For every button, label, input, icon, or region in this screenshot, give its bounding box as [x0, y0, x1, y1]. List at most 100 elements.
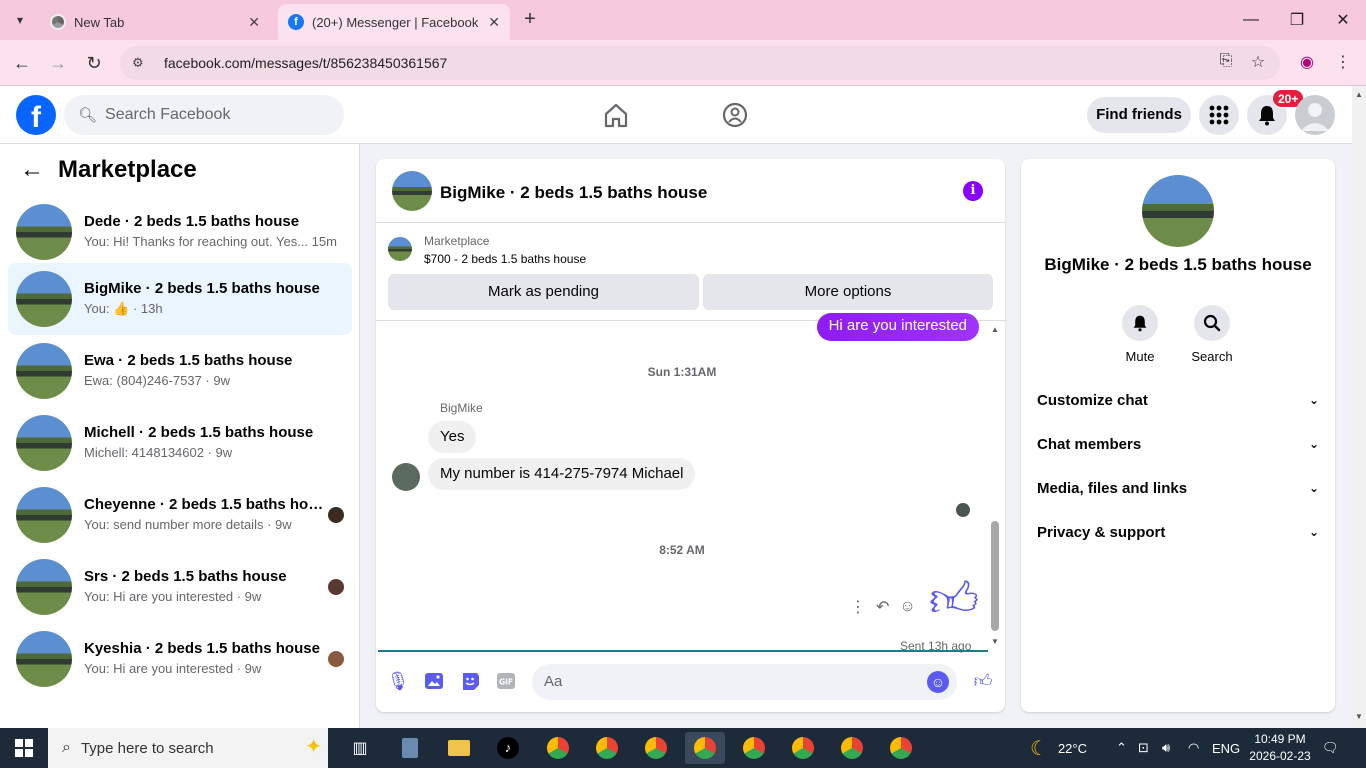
chat-members-row[interactable]: Chat members ⌄ — [1037, 422, 1319, 466]
weather-widget[interactable]: ☾ 22°C — [1030, 728, 1087, 768]
sender-avatar[interactable] — [392, 463, 420, 491]
chrome-profile-icon[interactable] — [636, 732, 676, 764]
notification-center-icon[interactable]: 🗨︎ — [1322, 728, 1339, 768]
tab-new-tab[interactable]: New Tab ✕ — [40, 4, 270, 40]
privacy-support-row[interactable]: Privacy & support ⌄ — [1037, 510, 1319, 554]
close-window-button[interactable]: ✕ — [1320, 0, 1366, 40]
chat-title[interactable]: BigMike · 2 beds 1.5 baths house — [440, 183, 707, 203]
bookmark-star-icon[interactable]: ☆ — [1247, 52, 1269, 74]
conversation-item[interactable]: Kyeshia · 2 beds 1.5 baths house You: Hi… — [8, 623, 352, 695]
account-avatar[interactable] — [1295, 95, 1335, 135]
chrome-profile-icon[interactable] — [881, 732, 921, 764]
microphone-icon[interactable]: 🎙︎ — [387, 670, 410, 692]
wifi-icon[interactable]: ◠ — [1188, 728, 1199, 768]
conversation-item[interactable]: Dede · 2 beds 1.5 baths house You: Hi! T… — [8, 196, 352, 268]
home-icon[interactable] — [601, 100, 631, 130]
emoji-icon[interactable]: ☺ — [927, 671, 949, 693]
install-app-icon[interactable]: ⎘ — [1215, 52, 1237, 74]
system-tray-chevron-icon[interactable]: ⌃ — [1116, 728, 1127, 768]
conversation-preview: You: Hi! Thanks for reaching out. Yes...… — [84, 234, 337, 249]
close-tab-icon[interactable]: ✕ — [488, 14, 500, 31]
taskbar-search[interactable]: ⌕ Type here to search ✦ — [48, 728, 328, 768]
find-friends-button[interactable]: Find friends — [1087, 97, 1191, 133]
back-button[interactable]: ← — [9, 50, 35, 76]
scroll-down-icon[interactable]: ▼ — [1355, 712, 1363, 721]
windows-logo-icon — [15, 739, 33, 757]
chrome-profile-icon[interactable] — [832, 732, 872, 764]
chrome-icon — [50, 14, 66, 30]
mute-button[interactable]: Mute — [1110, 305, 1170, 364]
facebook-logo-icon[interactable]: f — [16, 95, 56, 135]
thumbs-up-message-icon[interactable]: 👍︎ — [929, 577, 979, 625]
minimize-button[interactable]: — — [1228, 0, 1274, 40]
reply-icon[interactable]: ↶ — [876, 597, 889, 617]
mark-as-pending-button[interactable]: Mark as pending — [388, 274, 699, 310]
seen-avatar — [328, 507, 344, 523]
send-like-icon[interactable]: 👍︎ — [972, 670, 994, 692]
back-arrow-icon[interactable]: ← — [20, 156, 44, 184]
network-icon[interactable]: ⊡ — [1138, 728, 1149, 768]
conversation-item[interactable]: Srs · 2 beds 1.5 baths house You: Hi are… — [8, 551, 352, 623]
more-options-button[interactable]: More options — [703, 274, 993, 310]
page-scrollbar[interactable]: ▲ ▼ — [1352, 86, 1366, 728]
close-tab-icon[interactable]: ✕ — [248, 14, 260, 31]
gif-icon[interactable]: GIF — [495, 670, 517, 692]
url-text: facebook.com/messages/t/856238450361567 — [164, 55, 448, 71]
site-info-icon[interactable]: ⚙ — [132, 55, 150, 71]
sticker-icon[interactable] — [459, 670, 481, 692]
chrome-profile-icon-active[interactable] — [685, 732, 725, 764]
more-actions-icon[interactable]: ⋮ — [850, 597, 866, 617]
scrollbar-thumb[interactable] — [991, 521, 999, 631]
taskbar-clock[interactable]: 10:49 PM 2026-02-23 — [1245, 731, 1315, 765]
media-files-links-row[interactable]: Media, files and links ⌄ — [1037, 466, 1319, 510]
chrome-profile-icon[interactable] — [734, 732, 774, 764]
new-tab-button[interactable]: + — [518, 8, 542, 32]
task-view-icon[interactable]: ▥ — [340, 732, 380, 764]
windows-taskbar: ⌕ Type here to search ✦ ▥ ♪ ☾ 22°C ⌃ ⊡ 🔊… — [0, 728, 1366, 768]
tab-messenger[interactable]: f (20+) Messenger | Facebook ✕ — [278, 4, 510, 40]
incoming-message[interactable]: Yes — [428, 421, 477, 453]
conversation-item[interactable]: Ewa · 2 beds 1.5 baths house Ewa: (804)2… — [8, 335, 352, 407]
tiktok-icon[interactable]: ♪ — [488, 732, 528, 764]
listing-avatar — [16, 415, 72, 471]
photo-icon[interactable] — [423, 670, 445, 692]
info-icon[interactable]: i — [963, 181, 983, 201]
search-placeholder: Search Facebook — [105, 106, 231, 123]
chat-scrollbar[interactable]: ▲ ▼ — [989, 321, 1001, 651]
language-indicator[interactable]: ENG — [1212, 728, 1240, 768]
calculator-icon[interactable] — [390, 732, 430, 764]
message-input[interactable]: Aa ☺ — [532, 664, 957, 700]
start-button[interactable] — [0, 728, 48, 768]
react-emoji-icon[interactable]: ☺ — [899, 598, 915, 616]
tab-search-chevron-icon[interactable]: ▾ — [8, 8, 32, 32]
outgoing-message[interactable]: Hi are you interested — [816, 313, 979, 341]
profile-avatar[interactable] — [1142, 175, 1214, 247]
reload-button[interactable]: ↻ — [81, 50, 107, 76]
chrome-profile-icon[interactable] — [587, 732, 627, 764]
restore-button[interactable]: ❐ — [1274, 0, 1320, 40]
scroll-down-icon[interactable]: ▼ — [991, 637, 999, 646]
customize-chat-row[interactable]: Customize chat ⌄ — [1037, 378, 1319, 422]
chat-avatar[interactable] — [392, 171, 432, 211]
search-in-conversation-button[interactable]: Search — [1182, 305, 1242, 364]
volume-icon[interactable]: 🔊︎ — [1162, 728, 1170, 768]
scroll-up-icon[interactable]: ▲ — [991, 325, 999, 334]
conversation-item[interactable]: Cheyenne · 2 beds 1.5 baths hou... You: … — [8, 479, 352, 551]
incoming-message[interactable]: My number is 414-275-7974 Michael — [428, 458, 696, 490]
address-bar[interactable]: ⚙ facebook.com/messages/t/85623845036156… — [120, 46, 1280, 80]
menu-grid-button[interactable] — [1199, 95, 1239, 135]
menu-kebab-icon[interactable]: ⋮ — [1332, 52, 1354, 74]
forward-button[interactable]: → — [45, 50, 71, 76]
profile-icon[interactable]: ◉ — [1296, 52, 1318, 74]
scroll-up-icon[interactable]: ▲ — [1355, 90, 1363, 99]
chrome-profile-icon[interactable] — [783, 732, 823, 764]
file-explorer-icon[interactable] — [439, 732, 479, 764]
chat-panel: BigMike · 2 beds 1.5 baths house i Marke… — [376, 159, 1005, 712]
listing-price-title[interactable]: $700 - 2 beds 1.5 baths house — [424, 252, 586, 266]
chrome-icon[interactable] — [538, 732, 578, 764]
conversation-name: Srs · 2 beds 1.5 baths house — [84, 568, 287, 585]
facebook-search-input[interactable]: 🔍︎ Search Facebook — [64, 95, 344, 135]
conversation-item[interactable]: Michell · 2 beds 1.5 baths house Michell… — [8, 407, 352, 479]
conversation-item-selected[interactable]: BigMike · 2 beds 1.5 baths house You: 👍 … — [8, 263, 352, 335]
groups-icon[interactable] — [720, 100, 750, 130]
